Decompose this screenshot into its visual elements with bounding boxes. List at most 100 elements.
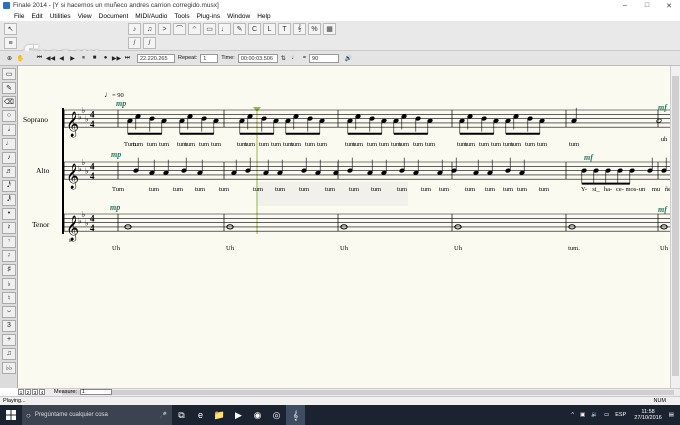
rewind-icon[interactable]: ◀◀ [45,53,56,63]
playback-counter-field[interactable]: 22.220.265 [137,53,175,63]
tempo-field[interactable]: 90 [309,53,340,63]
pause-icon[interactable]: ⏸ [78,53,89,63]
page-1-button[interactable]: 1 [18,389,24,395]
lyric-syllable: Uh [454,245,463,252]
task-view-icon[interactable]: ⧉ [172,405,191,425]
sharp-icon[interactable]: ♯ [2,263,16,276]
file-explorer-icon[interactable]: 📁 [210,405,229,425]
dot-icon[interactable]: • [2,207,16,220]
network-icon[interactable]: ▣ [580,412,585,418]
page-2-button[interactable]: 2 [25,389,31,395]
fast-forward-icon[interactable]: ▶▶ [111,53,122,63]
menu-utilities[interactable]: Utilities [50,13,71,20]
score-view[interactable]: 𝄞 ♭ ♭ ♭ 4 4 𝄞 ♭ ♭ ♭ 4 4 𝄞 ♭ ♭ ♭ 4 4 8 ♩ = 90 Soprano Alto … [18,66,671,388]
palette-tool-icon[interactable]: ✎ [2,81,16,94]
play-icon[interactable]: ▶ [67,53,78,63]
tool-icon[interactable]: 𝄐 [188,23,201,35]
tool-icon[interactable]: ♪ [128,23,141,35]
lyrics-tool-icon[interactable]: L [263,23,276,35]
record-icon[interactable]: ● [100,53,111,63]
palette-tool-icon[interactable]: 𝅘𝅥𝅰 [2,179,16,192]
stop-icon[interactable]: ■ [89,53,100,63]
lyric-syllable: tum [349,186,359,193]
app-icon[interactable]: ◎ [267,405,286,425]
speaker-icon[interactable]: 🔊 [343,53,354,63]
tool-icon[interactable]: ✎ [233,23,246,35]
vertical-scroll-thumb[interactable] [672,76,679,376]
tie-icon[interactable]: ⌣ [2,305,16,318]
staff-tool-icon[interactable]: ≡ [4,37,17,49]
hand-tool-icon[interactable]: ✋ [15,53,26,63]
tool-icon[interactable]: / [143,37,156,49]
tool-icon[interactable]: ♫ [143,23,156,35]
tool-icon[interactable]: / [128,37,141,49]
selection-tool-icon[interactable]: ↖ [4,23,17,35]
menu-file[interactable]: File [14,13,24,20]
language-indicator[interactable]: ESP [615,412,626,418]
page-3-button[interactable]: 3 [32,389,38,395]
eighth-note-icon[interactable]: ♪ [2,151,16,164]
step-back-icon[interactable]: ◀ [56,53,67,63]
tool-icon[interactable]: ▦ [323,23,336,35]
measure-field[interactable]: 1 [79,389,112,395]
chrome-icon[interactable]: ◉ [248,405,267,425]
palette-tool-icon[interactable]: ⌫ [2,95,16,108]
menu-document[interactable]: Document [99,13,129,20]
menu-plug-ins[interactable]: Plug-ins [197,13,220,20]
battery-icon[interactable]: ▭ [604,412,609,418]
close-button[interactable]: ✕ [658,0,680,11]
page-4-button[interactable]: 4 [39,389,45,395]
whole-note-icon[interactable]: ○ [2,109,16,122]
volume-icon[interactable]: 🔉 [591,412,598,418]
tool-icon[interactable]: 𝄞 [293,23,306,35]
horizontal-scroll-thumb[interactable] [62,390,674,395]
horizontal-scrollbar[interactable] [18,388,680,396]
vertical-scrollbar[interactable] [670,66,680,388]
tuplet-icon[interactable]: 3 [2,319,16,332]
palette-tool-icon[interactable]: ♫ [2,347,16,360]
chord-tool-icon[interactable]: C [248,23,261,35]
palette-tool-icon[interactable]: ♭♭ [2,361,16,374]
cortana-search-box[interactable]: ○ Pregúntame cualquier cosa 🎤 [22,405,172,425]
tool-icon[interactable]: % [308,23,321,35]
note-head[interactable] [656,118,662,123]
zoom-icon[interactable]: ⊕ [4,53,15,63]
tool-icon[interactable]: ♩ [218,23,231,35]
menu-edit[interactable]: Edit [31,13,42,20]
maximize-button[interactable]: □ [636,0,658,11]
microphone-icon[interactable]: 🎤 [160,412,167,419]
rest-icon[interactable]: 𝄽 [2,221,16,234]
clock[interactable]: 11:58 27/10/2016 [634,409,662,421]
flat-icon[interactable]: ♭ [2,277,16,290]
finale-taskbar-icon[interactable]: 𝄞 [286,405,305,425]
palette-tool-icon[interactable]: 𝅘𝅥𝅱 [2,193,16,206]
smart-shape-tool-icon[interactable]: ⌒ [173,23,186,35]
menu-help[interactable]: Help [257,13,270,20]
sixteenth-note-icon[interactable]: ♬ [2,165,16,178]
natural-icon[interactable]: ♮ [2,291,16,304]
rewind-to-start-icon[interactable]: ⏮ [34,53,45,63]
menu-window[interactable]: Window [227,13,250,20]
palette-tool-icon[interactable]: ▭ [2,67,16,80]
repeat-field[interactable]: 1 [200,53,219,63]
quarter-note-icon[interactable]: ♩ [2,137,16,150]
minimize-button[interactable]: – [614,0,636,11]
media-player-icon[interactable]: ▶ [229,405,248,425]
start-button[interactable] [0,405,22,425]
articulation-tool-icon[interactable]: > [158,23,171,35]
forward-to-end-icon[interactable]: ⏭ [122,53,133,63]
time-field[interactable]: 00:00:03.506 [237,53,278,63]
menu-tools[interactable]: Tools [174,13,189,20]
half-note-icon[interactable]: 𝅗𝅥 [2,123,16,136]
rest-icon[interactable]: 𝄾 [2,235,16,248]
tempo-stepper-icon[interactable]: ⇅ [278,53,289,63]
tray-expand-icon[interactable]: ^ [571,412,574,418]
edge-browser-icon[interactable]: e [191,405,210,425]
rest-icon[interactable]: 𝄿 [2,249,16,262]
palette-tool-icon[interactable]: + [2,333,16,346]
menu-view[interactable]: View [78,13,92,20]
measure-tool-icon[interactable]: ▭ [203,23,216,35]
text-tool-icon[interactable]: T [278,23,291,35]
notifications-icon[interactable]: ▤ [669,412,674,418]
menu-midi-audio[interactable]: MIDI/Audio [135,13,167,20]
